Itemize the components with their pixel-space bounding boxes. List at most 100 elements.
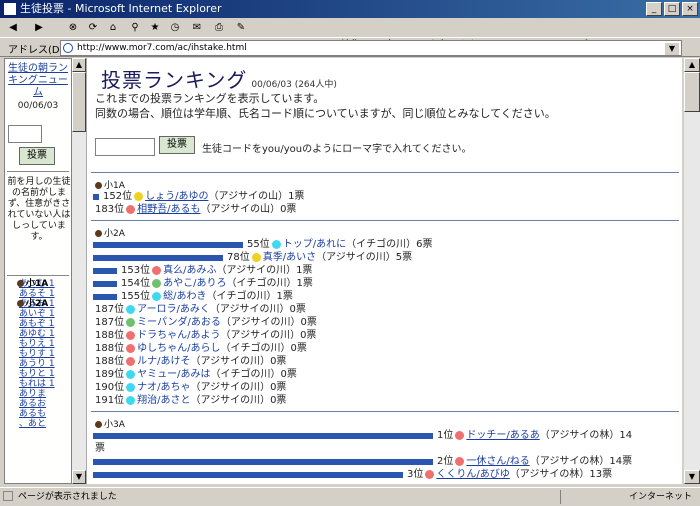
address-input[interactable]: http://www.mor7.com/ac/ihstake.html ▼ — [60, 40, 682, 56]
description-line-1: これまでの投票ランキングを表示しています。 — [95, 92, 325, 105]
nav-student-link[interactable]: あるも — [9, 409, 71, 419]
search-icon[interactable]: ⚲ — [126, 20, 144, 36]
student-name-link[interactable]: ゆしちゃん/あらし — [137, 343, 220, 354]
page-subtitle: 00/06/03 (264人中) — [251, 80, 337, 90]
forward-icon[interactable]: ▶ — [30, 20, 48, 36]
student-name-link[interactable]: トップ/あれに — [283, 239, 346, 250]
scroll-thumb[interactable] — [684, 72, 700, 112]
student-name-link[interactable]: ナオ/あちゃ — [137, 382, 190, 393]
back-icon[interactable]: ◀ — [4, 20, 22, 36]
student-name-link[interactable]: ヤミュー/あみは — [137, 369, 210, 380]
student-name-link[interactable]: ドッチー/あるあ — [466, 430, 539, 441]
rank-label: 190位 — [95, 382, 125, 393]
address-bar: アドレス(D) http://www.mor7.com/ac/ihstake.h… — [0, 37, 700, 57]
site-title-link[interactable]: 生徒の朝ランキングニューム — [5, 63, 71, 99]
rank-label: 183位 — [95, 204, 125, 215]
close-button[interactable]: × — [682, 2, 698, 16]
scroll-up-icon[interactable]: ▲ — [684, 58, 700, 72]
nav-student-link[interactable]: もりえ 1 — [9, 339, 71, 349]
rank-label: 3位 — [407, 469, 424, 480]
description-line-2: 同数の場合、順位は学年順、氏名コード順についていますが、同じ順位とみなしてくださ… — [95, 107, 556, 120]
student-name-link[interactable]: アーロラ/あみく — [137, 304, 210, 315]
student-name-link[interactable]: しょう/あゆの — [145, 191, 208, 202]
section-divider — [91, 172, 679, 173]
vote-bar — [93, 433, 433, 439]
history-icon[interactable]: ◷ — [166, 20, 184, 36]
group-color-icon — [126, 343, 136, 353]
nav-student-link[interactable]: あうり 1 — [9, 359, 71, 369]
student-name-link[interactable]: くくりん/あびゆ — [436, 469, 509, 480]
nav-student-link[interactable]: あゆむ 1 — [9, 329, 71, 339]
group-color-icon — [455, 430, 465, 440]
nav-student-link[interactable]: あるお — [9, 399, 71, 409]
nav-student-link[interactable]: もりと 1 — [9, 369, 71, 379]
address-url: http://www.mor7.com/ac/ihstake.html — [77, 43, 247, 53]
bullet-icon — [17, 280, 24, 287]
vote-bar — [93, 255, 223, 261]
student-name-link[interactable]: 総/あわき — [163, 291, 206, 302]
nav-student-link[interactable]: 、あと — [9, 419, 71, 429]
status-bar: ページが表示されました インターネット — [0, 487, 700, 505]
mail-icon[interactable]: ✉ — [188, 20, 206, 36]
vote-bar — [93, 472, 403, 478]
scroll-up-icon[interactable]: ▲ — [72, 58, 86, 72]
scroll-down-icon[interactable]: ▼ — [684, 470, 700, 484]
student-name-link[interactable]: 一休さん/ねる — [466, 456, 529, 467]
nav-student-link[interactable]: あもぞ 1 — [9, 319, 71, 329]
rank-label: 188位 — [95, 356, 125, 367]
nav-student-link[interactable]: あるそ 1 — [9, 289, 71, 299]
maximize-button[interactable]: □ — [664, 2, 680, 16]
group-color-icon — [152, 278, 162, 288]
bullet-icon — [17, 300, 24, 307]
vote-detail: （イチゴの川）6票 — [346, 239, 433, 250]
vote-detail: （アジサイの川）0票 — [190, 382, 287, 393]
group-color-icon — [126, 304, 136, 314]
rank-label: 55位 — [247, 239, 270, 250]
group-color-icon — [152, 265, 162, 275]
student-name-link[interactable]: ミーパンダ/あおる — [137, 317, 221, 328]
group-color-icon — [425, 469, 435, 479]
browser-window: 生徒投票 - Microsoft Internet Explorer _ □ ×… — [0, 0, 700, 505]
scroll-thumb[interactable] — [72, 72, 86, 132]
left-search-input[interactable] — [8, 125, 42, 143]
minimize-button[interactable]: _ — [646, 2, 662, 16]
nav-student-link[interactable]: ありま — [9, 389, 71, 399]
vote-detail: （アジサイの川）0票 — [190, 356, 287, 367]
nav-student-link[interactable]: もれは 1 — [9, 379, 71, 389]
student-code-input[interactable] — [95, 138, 155, 156]
group-color-icon — [126, 382, 136, 392]
home-icon[interactable]: ⌂ — [104, 20, 122, 36]
edit-icon[interactable]: ✎ — [232, 20, 250, 36]
print-icon[interactable]: ⎙ — [210, 20, 228, 36]
student-name-link[interactable]: 真季/あいさ — [263, 252, 316, 263]
group-color-icon — [126, 317, 136, 327]
scroll-down-icon[interactable]: ▼ — [72, 470, 86, 484]
refresh-icon[interactable]: ⟳ — [84, 20, 102, 36]
student-name-link[interactable]: ルナ/あけそ — [137, 356, 190, 367]
nav-student-link[interactable]: あいぞ 1 — [9, 309, 71, 319]
main-scrollbar[interactable]: ▲ ▼ — [684, 58, 700, 484]
rank-label: 153位 — [121, 265, 151, 276]
student-name-link[interactable]: 相野吾/あるも — [137, 204, 200, 215]
student-name-link[interactable]: あやこ/ありろ — [163, 278, 226, 289]
left-scrollbar[interactable]: ▲ ▼ — [72, 58, 86, 484]
vote-detail: （アジサイの川）0票 — [220, 317, 317, 328]
toolbar: ◀ ▶ ⊗ ⟳ ⌂ ⚲ ★ ◷ ✉ ⎙ ✎ ファイル(F) 編集(E) 表示(V… — [0, 18, 700, 51]
vote-button[interactable]: 投票 — [159, 136, 195, 154]
bullet-icon — [95, 182, 102, 189]
ie-app-icon — [3, 2, 17, 16]
student-name-link[interactable]: 真么/あみふ — [163, 265, 216, 276]
nav-student-link[interactable]: もりす 1 — [9, 349, 71, 359]
stop-icon[interactable]: ⊗ — [64, 20, 82, 36]
rank-label: 152位 — [103, 191, 133, 202]
group-color-icon — [126, 356, 136, 366]
chevron-down-icon[interactable]: ▼ — [665, 43, 679, 55]
student-name-link[interactable]: ドラちゃん/あよう — [137, 330, 220, 341]
vote-detail: （アジサイの林）14 — [539, 430, 633, 441]
title-bar: 生徒投票 - Microsoft Internet Explorer _ □ × — [0, 0, 700, 18]
student-name-link[interactable]: 翔治/あさと — [137, 395, 190, 406]
favorites-icon[interactable]: ★ — [146, 20, 164, 36]
vote-detail: （アジサイの川）0票 — [220, 330, 317, 341]
left-vote-button[interactable]: 投票 — [19, 147, 55, 165]
nav-class-label: 小2A — [26, 299, 49, 309]
